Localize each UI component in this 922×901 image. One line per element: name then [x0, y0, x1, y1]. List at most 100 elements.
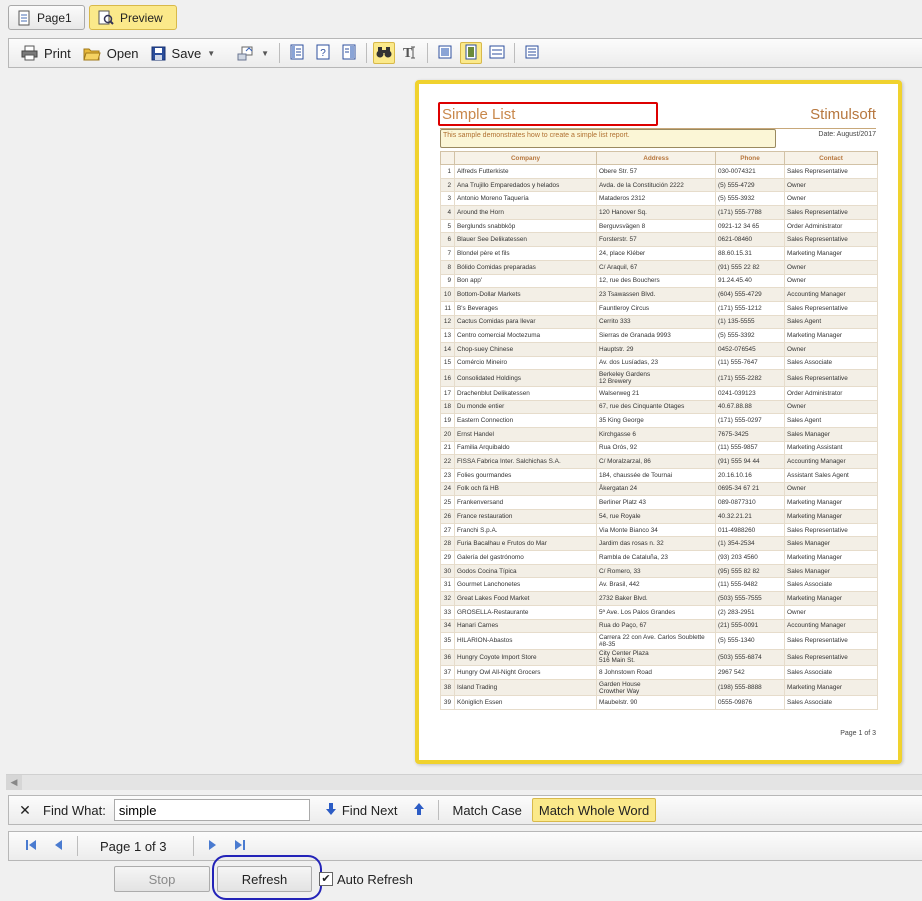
find-button[interactable] [373, 42, 396, 64]
report-page: Simple List Stimulsoft This sample demon… [415, 80, 902, 764]
table-row: 6 Blauer See Delikatessen Forsterstr. 57 06… [440, 232, 878, 248]
table-cell: Hungry Coyote Import Store [454, 649, 597, 667]
next-page-button[interactable] [201, 835, 223, 857]
bookmarks-button[interactable] [286, 42, 308, 64]
table-row: 4 Around the Horn 120 Hanover Sq. (171) 555… [440, 205, 878, 220]
table-cell: Berkeley Gardens 12 Brewery [596, 369, 716, 387]
row-number-cell: 28 [440, 536, 455, 552]
table-row: 20 Ernst Handel Kirchgasse 6 7675-3425 Sales… [440, 427, 878, 442]
table-cell: Accounting Manager [784, 454, 878, 469]
find-input[interactable] [113, 799, 310, 821]
row-number-cell: 32 [440, 591, 455, 606]
close-icon[interactable]: ✕ [17, 802, 33, 819]
toolbar-separator [192, 836, 194, 856]
table-cell: Marketing Manager [784, 246, 878, 261]
table-row: 5 Berglunds snabbköp Berguvsvägen 8 0921-12… [440, 219, 878, 234]
table-cell: 54, rue Royale [596, 509, 716, 524]
open-button[interactable]: Open [77, 41, 145, 65]
table-cell: (5) 555-4729 [715, 178, 785, 193]
row-number-cell: 17 [440, 386, 455, 401]
table-cell: (604) 555-4729 [715, 287, 785, 302]
report-title[interactable]: Simple List [438, 102, 658, 126]
table-row: 28 Furia Bacalhau e Frutos do Mar Jardim d… [440, 536, 878, 552]
editor-button[interactable]: T [399, 42, 421, 64]
page-setup-button[interactable] [521, 42, 543, 64]
table-cell: Sales Associate [784, 577, 878, 593]
refresh-highlight-annotation [212, 855, 322, 900]
table-cell: 0921-12 34 65 [715, 219, 785, 234]
table-row: 9 Bon app' 12, rue des Bouchers 91.24.45.40… [440, 274, 878, 289]
table-cell: 35 King George [596, 413, 716, 428]
auto-refresh-checkbox[interactable]: ✔ [319, 872, 333, 886]
print-button[interactable]: Print [15, 41, 77, 65]
report-table: Company Address Phone Contact 1 Alfreds F… [440, 151, 878, 711]
table-cell: 40.67.88.88 [715, 400, 785, 415]
horizontal-scrollbar[interactable]: ◀ [6, 774, 922, 790]
arrow-down-icon [325, 802, 336, 818]
row-number-cell: 22 [440, 454, 455, 469]
table-cell: Owner [784, 178, 878, 193]
table-cell: Marketing Manager [784, 495, 878, 510]
row-number-cell: 27 [440, 523, 455, 538]
table-cell: Garden House Crowther Way [596, 679, 716, 697]
parameters-button[interactable]: ? [312, 42, 334, 64]
table-cell: (503) 555-6874 [715, 649, 785, 667]
next-page-icon [207, 839, 217, 854]
table-cell: (5) 555-3932 [715, 191, 785, 207]
table-cell: Rambla de Cataluña, 23 [596, 550, 716, 565]
table-cell: (11) 555-9482 [715, 577, 785, 593]
row-number-cell: 2 [440, 178, 455, 193]
first-page-button[interactable] [20, 835, 42, 857]
table-cell: Blondel père et fils [454, 246, 597, 261]
table-cell: Bólido Comidas preparadas [454, 260, 597, 275]
find-next-button[interactable]: Find Next [320, 798, 404, 822]
previous-page-button[interactable] [48, 835, 70, 857]
table-row: 18 Du monde entier 67, rue des Cinquante O… [440, 400, 878, 415]
table-cell: Accounting Manager [784, 619, 878, 634]
send-email-button[interactable]: ▼ [231, 41, 275, 65]
row-number-cell: 16 [440, 369, 455, 387]
table-cell: Sales Manager [784, 564, 878, 579]
table-cell: (5) 555-3392 [715, 328, 785, 343]
row-number-cell: 38 [440, 679, 455, 697]
table-cell: C/ Araquil, 67 [596, 260, 716, 275]
thumbnails-button[interactable] [338, 42, 360, 64]
save-button[interactable]: Save ▼ [145, 41, 222, 65]
toolbar-separator [279, 43, 281, 63]
match-whole-word-button[interactable]: Match Whole Word [531, 798, 657, 822]
table-cell: Av. Brasil, 442 [596, 577, 716, 593]
tab-page1[interactable]: Page1 [8, 5, 85, 30]
toolbar-separator [514, 43, 516, 63]
table-cell: 030-0074321 [715, 164, 785, 179]
report-date: Date: August/2017 [818, 131, 876, 138]
find-previous-button[interactable] [408, 798, 430, 822]
table-cell: (91) 555 22 82 [715, 260, 785, 275]
match-case-button[interactable]: Match Case [447, 798, 528, 822]
stop-button[interactable]: Stop [114, 866, 210, 892]
single-page-button[interactable] [434, 42, 456, 64]
last-page-button[interactable] [229, 835, 251, 857]
table-cell: Sales Associate [784, 695, 878, 711]
table-cell: (503) 555-7555 [715, 591, 785, 606]
row-number-cell: 26 [440, 509, 455, 524]
table-row: 12 Cactus Comidas para llevar Cerrito 333(… [440, 315, 878, 330]
continuous-page-button[interactable] [460, 42, 483, 64]
table-cell: Sales Manager [784, 536, 878, 552]
table-cell: Owner [784, 260, 878, 275]
row-number-cell: 19 [440, 413, 455, 428]
toolbar-separator [437, 800, 439, 820]
table-cell: (5) 555-1340 [715, 632, 785, 650]
table-cell: 0555-09876 [715, 695, 785, 711]
toolbar-separator [77, 836, 78, 856]
table-cell: (93) 203 4560 [715, 550, 785, 565]
table-cell: Du monde entier [454, 400, 597, 415]
tab-preview[interactable]: Preview [89, 5, 177, 30]
table-cell: Franchi S.p.A. [454, 523, 597, 538]
scroll-left-icon[interactable]: ◀ [6, 775, 22, 790]
preview-icon [98, 10, 114, 26]
table-row: 27 Franchi S.p.A. Via Monte Bianco 34 011-4… [440, 523, 878, 538]
table-cell: Sales Associate [784, 356, 878, 371]
previous-page-icon [54, 839, 64, 854]
report-page-footer: Page 1 of 3 [840, 730, 876, 737]
multiple-page-button[interactable] [486, 42, 508, 64]
